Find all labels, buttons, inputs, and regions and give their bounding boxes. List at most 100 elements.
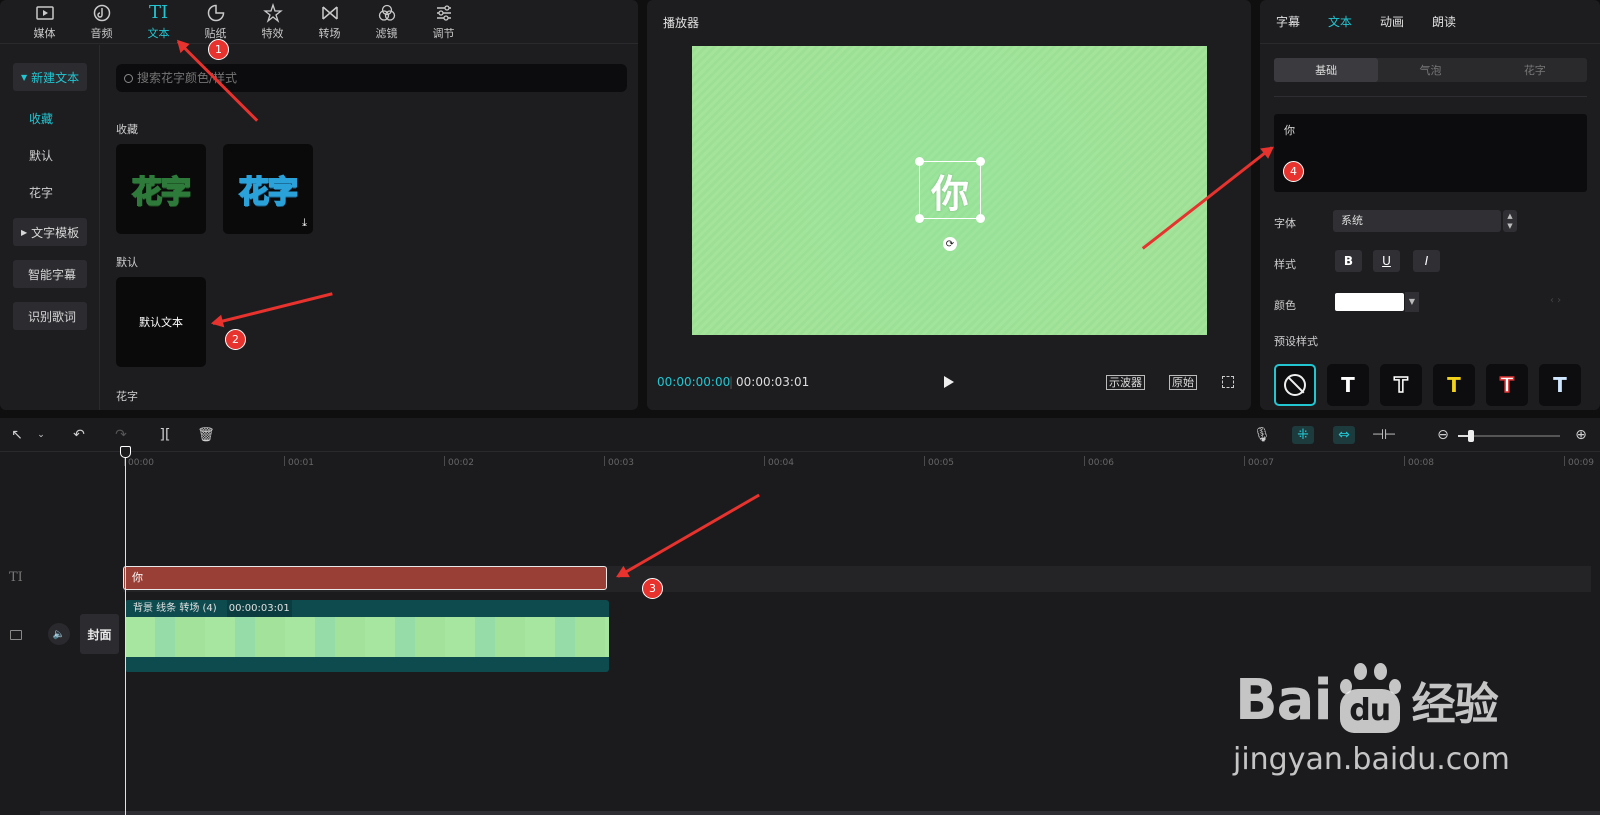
text-clip[interactable]: 你 bbox=[123, 566, 607, 590]
link-icon[interactable]: ⇔ bbox=[1333, 426, 1355, 444]
preset-yellow[interactable]: T bbox=[1433, 364, 1475, 406]
zoom-slider-thumb[interactable] bbox=[1468, 430, 1474, 442]
magnet-snap-icon[interactable]: ⁜ bbox=[1292, 426, 1314, 444]
sidebar-lyrics-label: 识别歌词 bbox=[28, 309, 77, 324]
playhead[interactable] bbox=[125, 448, 126, 815]
paw-icon: du bbox=[1334, 663, 1404, 735]
text-content-input[interactable]: 你 bbox=[1274, 114, 1587, 192]
resize-handle-tr[interactable] bbox=[976, 157, 985, 166]
underline-button[interactable]: U bbox=[1373, 250, 1400, 272]
zoom-slider[interactable] bbox=[1458, 430, 1560, 442]
tool-effects[interactable]: 特效 bbox=[244, 0, 301, 44]
segment-fancy[interactable]: 花字 bbox=[1483, 58, 1587, 82]
total-timecode: 00:00:03:01 bbox=[736, 375, 810, 389]
ruler-tick bbox=[1564, 456, 1565, 466]
current-timecode: 00:00:00:00 bbox=[657, 375, 731, 389]
transition-icon bbox=[321, 6, 338, 20]
chevron-down-icon[interactable]: ⌄ bbox=[32, 426, 50, 444]
segment-bubble[interactable]: 气泡 bbox=[1378, 58, 1482, 82]
tool-adjust[interactable]: 调节 bbox=[415, 0, 472, 44]
segment-basic[interactable]: 基础 bbox=[1274, 58, 1379, 82]
time-ruler[interactable]: 00:00 00:01 00:02 00:03 00:04 00:05 00:0… bbox=[124, 452, 1600, 472]
text-selection-box[interactable]: 你 bbox=[915, 157, 985, 223]
resize-handle-tl[interactable] bbox=[915, 157, 924, 166]
tab-text[interactable]: 文本 bbox=[1328, 13, 1352, 30]
ruler-tick bbox=[284, 456, 285, 466]
undo-icon[interactable]: ↶ bbox=[70, 426, 88, 444]
ruler-label: 00:08 bbox=[1408, 458, 1434, 468]
fancy-tile-blue[interactable]: 花字 ⤓ bbox=[223, 144, 313, 234]
preview-canvas[interactable]: 你 ⟳ bbox=[692, 46, 1207, 335]
microphone-icon[interactable]: 🎙 bbox=[1253, 426, 1271, 444]
preset-red-outline[interactable]: T bbox=[1486, 364, 1528, 406]
preset-label: 预设样式 bbox=[1274, 335, 1318, 348]
caret-down-icon: ▼ bbox=[21, 72, 28, 82]
playhead-handle[interactable] bbox=[120, 446, 131, 458]
search-input[interactable] bbox=[137, 71, 587, 85]
preview-axis-icon[interactable]: ⊣⊢ bbox=[1372, 426, 1396, 444]
ruler-tick bbox=[604, 456, 605, 466]
redo-icon[interactable]: ↷ bbox=[112, 426, 130, 444]
fancy-tile-green[interactable]: 花字 bbox=[116, 144, 206, 234]
delete-icon[interactable]: 🗑 bbox=[197, 426, 215, 444]
sidebar-new-text[interactable]: ▼ 新建文本 bbox=[13, 63, 87, 91]
sidebar-smart-caption[interactable]: 智能字幕 bbox=[13, 260, 87, 288]
annotation-badge-1: 1 bbox=[208, 39, 229, 60]
default-text-tile[interactable]: 默认文本 bbox=[116, 277, 206, 367]
font-select-spinner[interactable]: ▲ ▼ bbox=[1503, 210, 1517, 232]
color-label: 颜色 bbox=[1274, 299, 1296, 312]
color-swatch[interactable] bbox=[1335, 293, 1404, 311]
video-clip[interactable]: 背景 线条 转场 (4) 00:00:03:01 bbox=[125, 600, 609, 672]
sidebar-new-text-label: 新建文本 bbox=[31, 70, 80, 85]
tool-media[interactable]: 媒体 bbox=[16, 0, 73, 44]
cover-button[interactable]: 封面 bbox=[80, 614, 119, 654]
chevron-down-icon[interactable]: ▼ bbox=[1405, 292, 1419, 312]
rotate-icon[interactable]: ⟳ bbox=[943, 237, 957, 251]
tool-media-label: 媒体 bbox=[33, 27, 56, 40]
inspector-tabs: 字幕 文本 动画 朗读 bbox=[1260, 0, 1600, 44]
ruler-tick bbox=[764, 456, 765, 466]
resize-handle-bl[interactable] bbox=[915, 214, 924, 223]
fullscreen-icon[interactable] bbox=[1222, 376, 1234, 388]
tool-sticker[interactable]: 贴纸 bbox=[187, 0, 244, 44]
preset-white[interactable]: T bbox=[1327, 364, 1369, 406]
font-select[interactable]: 系统 bbox=[1333, 210, 1501, 232]
sidebar-fancy[interactable]: 花字 bbox=[29, 184, 53, 201]
preset-outline[interactable]: T bbox=[1380, 364, 1422, 406]
italic-button[interactable]: I bbox=[1413, 250, 1440, 272]
sidebar-favorites[interactable]: 收藏 bbox=[29, 110, 53, 127]
scope-button[interactable]: 示波器 bbox=[1106, 375, 1145, 390]
tab-read-aloud[interactable]: 朗读 bbox=[1432, 13, 1456, 30]
tab-subtitle[interactable]: 字幕 bbox=[1276, 13, 1300, 30]
ruler-label: 00:02 bbox=[448, 458, 474, 468]
ruler-tick bbox=[1084, 456, 1085, 466]
tool-filter[interactable]: 滤镜 bbox=[358, 0, 415, 44]
sidebar-default[interactable]: 默认 bbox=[29, 147, 53, 164]
split-icon[interactable]: ][ bbox=[156, 426, 174, 444]
ruler-label: 00:07 bbox=[1248, 458, 1274, 468]
tool-audio[interactable]: 音频 bbox=[73, 0, 130, 44]
preset-none[interactable] bbox=[1274, 364, 1316, 406]
sidebar-text-template[interactable]: ▶ 文字模板 bbox=[13, 218, 87, 246]
sidebar-lyrics[interactable]: 识别歌词 bbox=[13, 302, 87, 330]
select-cursor-icon[interactable]: ↖ bbox=[8, 426, 26, 444]
sticker-icon bbox=[207, 4, 224, 22]
play-icon[interactable] bbox=[944, 376, 954, 388]
tool-effects-label: 特效 bbox=[261, 27, 284, 40]
baidu-watermark-url: jingyan.baidu.com bbox=[1233, 742, 1510, 777]
bold-button[interactable]: B bbox=[1335, 250, 1362, 272]
zoom-out-icon[interactable]: ⊖ bbox=[1434, 426, 1452, 444]
tab-animation[interactable]: 动画 bbox=[1380, 13, 1404, 30]
tool-transition[interactable]: 转场 bbox=[301, 0, 358, 44]
mute-icon[interactable]: 🔈 bbox=[48, 623, 70, 645]
zoom-in-icon[interactable]: ⊕ bbox=[1572, 426, 1590, 444]
search-box[interactable] bbox=[116, 64, 627, 92]
timeline-scrollbar[interactable] bbox=[40, 811, 1600, 815]
ruler-label: 00:04 bbox=[768, 458, 794, 468]
fancy-tile-green-text: 花字 bbox=[131, 174, 192, 211]
media-icon bbox=[35, 6, 54, 20]
download-icon[interactable]: ⤓ bbox=[302, 216, 307, 230]
preset-light-blue[interactable]: T bbox=[1539, 364, 1581, 406]
resize-handle-br[interactable] bbox=[976, 214, 985, 223]
original-ratio-button[interactable]: 原始 bbox=[1169, 375, 1197, 390]
